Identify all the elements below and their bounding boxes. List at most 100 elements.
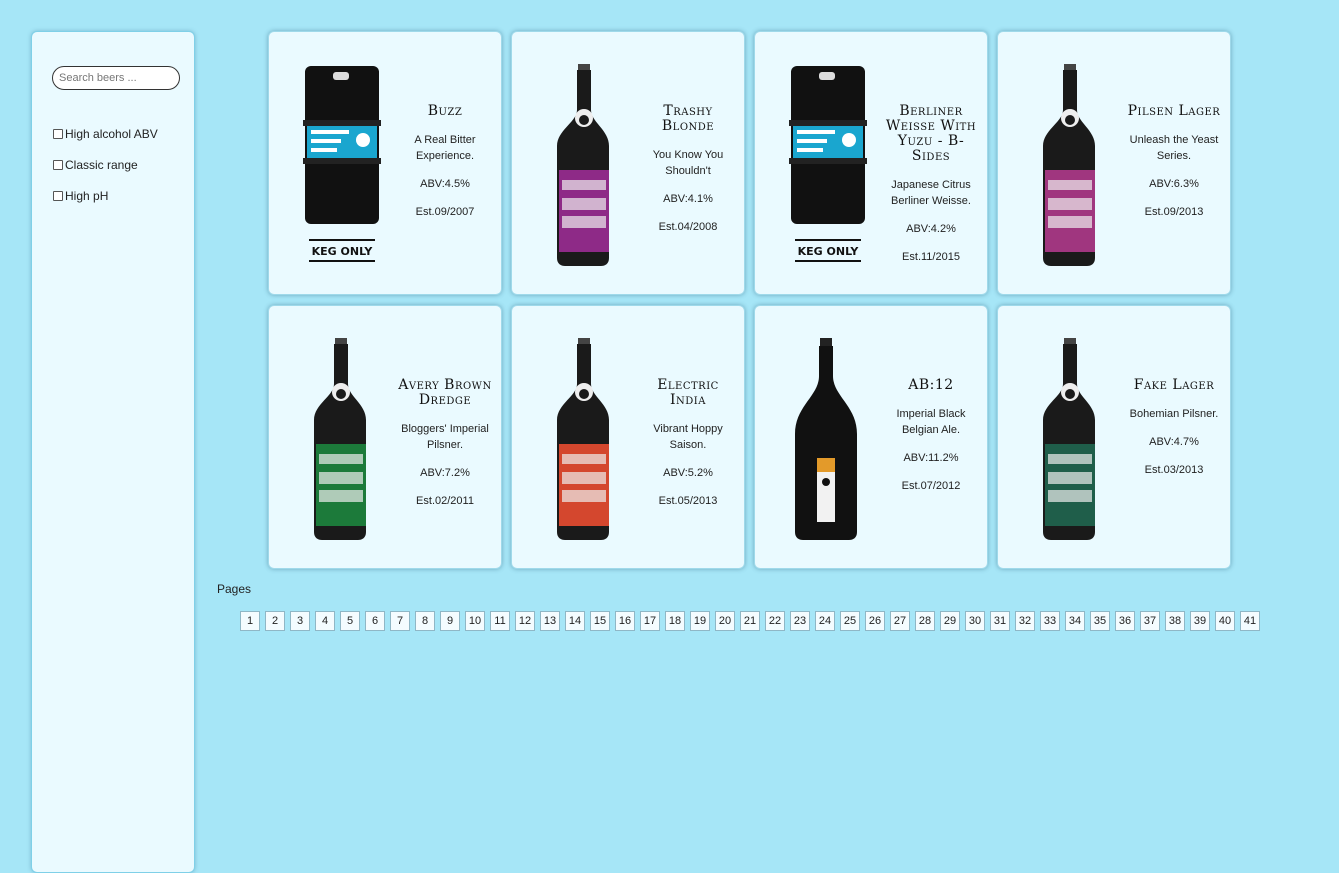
page-button[interactable]: 10 xyxy=(465,611,485,631)
beer-established: Est.11/2015 xyxy=(902,251,960,263)
beer-abv: ABV:4.7% xyxy=(1149,436,1199,448)
beer-image xyxy=(295,334,385,544)
filter-high-ph[interactable]: High pH xyxy=(53,189,108,203)
page-button[interactable]: 37 xyxy=(1140,611,1160,631)
page-button[interactable]: 8 xyxy=(415,611,435,631)
beer-abv: ABV:6.3% xyxy=(1149,178,1199,190)
page-button[interactable]: 26 xyxy=(865,611,885,631)
page-button[interactable]: 12 xyxy=(515,611,535,631)
page-button[interactable]: 15 xyxy=(590,611,610,631)
beer-tagline: A Real Bitter Experience. xyxy=(414,134,476,162)
page-button[interactable]: 28 xyxy=(915,611,935,631)
page-button[interactable]: 6 xyxy=(365,611,385,631)
beer-image xyxy=(538,60,628,270)
keg-only-icon: KEG ONLY xyxy=(789,66,867,262)
filter-classic-range[interactable]: Classic range xyxy=(53,158,138,172)
beer-image xyxy=(781,334,871,544)
page-button[interactable]: 2 xyxy=(265,611,285,631)
champagne-bottle-icon xyxy=(795,338,857,540)
page-button[interactable]: 23 xyxy=(790,611,810,631)
beer-established: Est.07/2012 xyxy=(901,480,961,492)
beer-card[interactable]: Electric India Vibrant Hoppy Saison. ABV… xyxy=(511,305,745,569)
beer-tagline: Bohemian Pilsner. xyxy=(1129,408,1219,420)
beer-tagline: Japanese Citrus Berliner Weisse. xyxy=(891,179,971,207)
high-ph-checkbox[interactable] xyxy=(53,191,63,201)
beer-card[interactable]: Pilsen Lager Unleash the Yeast Series. A… xyxy=(997,31,1231,295)
page-button[interactable]: 17 xyxy=(640,611,660,631)
beer-abv: ABV:11.2% xyxy=(903,452,959,464)
beer-card[interactable]: AB:12 Imperial Black Belgian Ale. ABV:11… xyxy=(754,305,988,569)
search-input[interactable] xyxy=(52,66,180,90)
page-button[interactable]: 18 xyxy=(665,611,685,631)
beer-abv: ABV:7.2% xyxy=(420,467,470,479)
beer-image xyxy=(1024,334,1114,544)
page-button[interactable]: 34 xyxy=(1065,611,1085,631)
page-button[interactable]: 29 xyxy=(940,611,960,631)
page-button[interactable]: 36 xyxy=(1115,611,1135,631)
page-button[interactable]: 22 xyxy=(765,611,785,631)
page-button[interactable]: 3 xyxy=(290,611,310,631)
page-button[interactable]: 39 xyxy=(1190,611,1210,631)
beer-name: Berliner Weisse With Yuzu - B-Sides xyxy=(885,103,977,164)
beer-abv: ABV:5.2% xyxy=(663,467,713,479)
beer-established: Est.03/2013 xyxy=(1144,464,1204,476)
beer-bottle-icon xyxy=(1043,64,1095,266)
beer-tagline: Unleash the Yeast Series. xyxy=(1129,134,1219,162)
page-button[interactable]: 21 xyxy=(740,611,760,631)
page-button[interactable]: 27 xyxy=(890,611,910,631)
page-button[interactable]: 32 xyxy=(1015,611,1035,631)
beer-name: Electric India xyxy=(657,377,719,408)
beer-established: Est.05/2013 xyxy=(658,495,718,507)
filter-label: High pH xyxy=(65,189,109,203)
svg-text:KEG ONLY: KEG ONLY xyxy=(312,245,374,258)
page-button[interactable]: 38 xyxy=(1165,611,1185,631)
page-button[interactable]: 11 xyxy=(490,611,510,631)
page-button[interactable]: 5 xyxy=(340,611,360,631)
beer-card[interactable]: KEG ONLY Buzz A Real Bitter Experience. … xyxy=(268,31,502,295)
page-button[interactable]: 9 xyxy=(440,611,460,631)
page-button[interactable]: 25 xyxy=(840,611,860,631)
filter-label: Classic range xyxy=(65,158,138,172)
beer-image: KEG ONLY xyxy=(295,60,385,270)
page-button[interactable]: 33 xyxy=(1040,611,1060,631)
page-button[interactable]: 7 xyxy=(390,611,410,631)
high-abv-checkbox[interactable] xyxy=(53,129,63,139)
beer-established: Est.09/2013 xyxy=(1144,206,1204,218)
beer-bottle-icon xyxy=(1043,338,1095,540)
page-button[interactable]: 19 xyxy=(690,611,710,631)
page-button[interactable]: 35 xyxy=(1090,611,1110,631)
beer-card[interactable]: Fake Lager Bohemian Pilsner. ABV:4.7% Es… xyxy=(997,305,1231,569)
beer-image xyxy=(538,334,628,544)
page-button[interactable]: 30 xyxy=(965,611,985,631)
beer-card[interactable]: Avery Brown Dredge Bloggers' Imperial Pi… xyxy=(268,305,502,569)
filter-label: High alcohol ABV xyxy=(65,127,158,141)
beer-bottle-icon xyxy=(314,338,366,540)
page-button[interactable]: 16 xyxy=(615,611,635,631)
pagination: 1 2 3 4 5 6 7 8 9 10 11 12 13 14 15 16 17 18 19 20 21 22 23 24 2… xyxy=(218,611,1282,631)
beer-tagline: Vibrant Hoppy Saison. xyxy=(653,423,723,451)
beer-tagline: Imperial Black Belgian Ale. xyxy=(896,408,966,436)
keg-only-icon: KEG ONLY xyxy=(303,66,381,262)
page-button[interactable]: 20 xyxy=(715,611,735,631)
beer-established: Est.02/2011 xyxy=(416,495,474,507)
beer-abv: ABV:4.2% xyxy=(906,223,956,235)
page-button[interactable]: 41 xyxy=(1240,611,1260,631)
page-button[interactable]: 13 xyxy=(540,611,560,631)
beer-name: Trashy Blonde xyxy=(661,103,715,134)
svg-text:KEG ONLY: KEG ONLY xyxy=(798,245,860,258)
beer-abv: ABV:4.5% xyxy=(420,178,470,190)
beer-card[interactable]: Trashy Blonde You Know You Shouldn't ABV… xyxy=(511,31,745,295)
page-button[interactable]: 4 xyxy=(315,611,335,631)
beer-image: KEG ONLY xyxy=(781,60,871,270)
page-button[interactable]: 40 xyxy=(1215,611,1235,631)
page-button[interactable]: 24 xyxy=(815,611,835,631)
page-button[interactable]: 14 xyxy=(565,611,585,631)
pages-label: Pages xyxy=(217,582,252,596)
beer-bottle-icon xyxy=(557,338,609,540)
beer-tagline: Bloggers' Imperial Pilsner. xyxy=(401,423,489,451)
page-button[interactable]: 1 xyxy=(240,611,260,631)
beer-card[interactable]: KEG ONLY Berliner Weisse With Yuzu - B-S… xyxy=(754,31,988,295)
page-button[interactable]: 31 xyxy=(990,611,1010,631)
filter-high-abv[interactable]: High alcohol ABV xyxy=(53,127,158,141)
classic-range-checkbox[interactable] xyxy=(53,160,63,170)
